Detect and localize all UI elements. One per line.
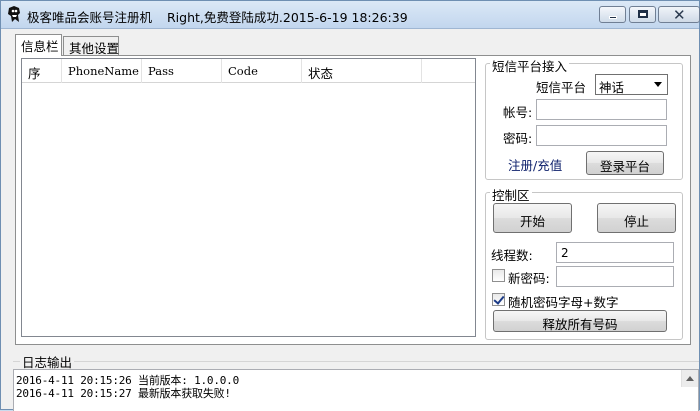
column-header-status[interactable]: 状态 <box>302 59 422 83</box>
account-label: 帐号: <box>503 105 533 120</box>
tab-other-settings[interactable]: 其他设置 <box>63 36 119 56</box>
app-logo-icon <box>8 6 20 22</box>
register-recharge-link[interactable]: 注册/充值 <box>508 155 562 174</box>
random-password-checkbox[interactable] <box>492 293 505 306</box>
new-password-label: 新密码: <box>508 271 550 286</box>
maximize-icon <box>638 10 648 18</box>
column-header-phone[interactable]: PhoneName <box>62 59 142 83</box>
column-header-code[interactable]: Code <box>222 59 302 83</box>
new-password-input[interactable] <box>556 266 674 287</box>
login-platform-button[interactable]: 登录平台 <box>586 151 664 175</box>
close-icon: ✕ <box>673 6 686 24</box>
stop-button[interactable]: 停止 <box>597 203 676 233</box>
log-group-border <box>13 361 699 362</box>
platform-select[interactable]: 神话 <box>595 74 668 95</box>
start-button[interactable]: 开始 <box>493 203 572 233</box>
threads-input[interactable]: 2 <box>556 242 674 263</box>
sms-platform-group-title: 短信平台接入 <box>490 56 570 75</box>
column-header-index[interactable]: 序 <box>22 59 62 83</box>
log-line: 2016-4-11 20:15:27 最新版本获取失败! <box>16 387 231 400</box>
threads-label: 线程数: <box>491 248 533 263</box>
control-group-title: 控制区 <box>490 185 532 204</box>
release-all-numbers-button[interactable]: 释放所有号码 <box>493 310 667 332</box>
arrow-up-icon <box>686 376 694 381</box>
password-input[interactable] <box>536 125 667 146</box>
maximize-button[interactable] <box>629 6 656 23</box>
account-input[interactable] <box>536 99 667 120</box>
login-status-text: Right,免费登陆成功.2015-6-19 18:26:39 <box>167 10 408 25</box>
list-header: 序 PhoneName Pass Code 状态 <box>22 59 475 83</box>
platform-label: 短信平台 <box>536 80 587 95</box>
app-window: 极客唯品会账号注册机 Right,免费登陆成功.2015-6-19 18:26:… <box>0 0 700 411</box>
new-password-checkbox[interactable] <box>492 269 505 282</box>
title-bar[interactable]: 极客唯品会账号注册机 Right,免费登陆成功.2015-6-19 18:26:… <box>1 1 700 29</box>
close-button[interactable]: ✕ <box>658 6 700 24</box>
column-header-pass[interactable]: Pass <box>142 59 222 83</box>
platform-select-value: 神话 <box>599 80 625 95</box>
password-label: 密码: <box>503 131 533 146</box>
random-password-label: 随机密码字母+数字 <box>508 295 619 310</box>
tab-info[interactable]: 信息栏 <box>15 34 62 56</box>
minimize-icon <box>609 16 617 19</box>
chevron-down-icon <box>654 82 662 87</box>
scrollbar-up-button[interactable] <box>681 370 698 387</box>
account-list[interactable]: 序 PhoneName Pass Code 状态 <box>21 58 476 337</box>
minimize-button[interactable] <box>599 6 626 23</box>
log-output[interactable]: 2016-4-11 20:15:26 当前版本: 1.0.0.0 2016-4-… <box>13 369 699 411</box>
window-title: 极客唯品会账号注册机 <box>27 10 153 25</box>
